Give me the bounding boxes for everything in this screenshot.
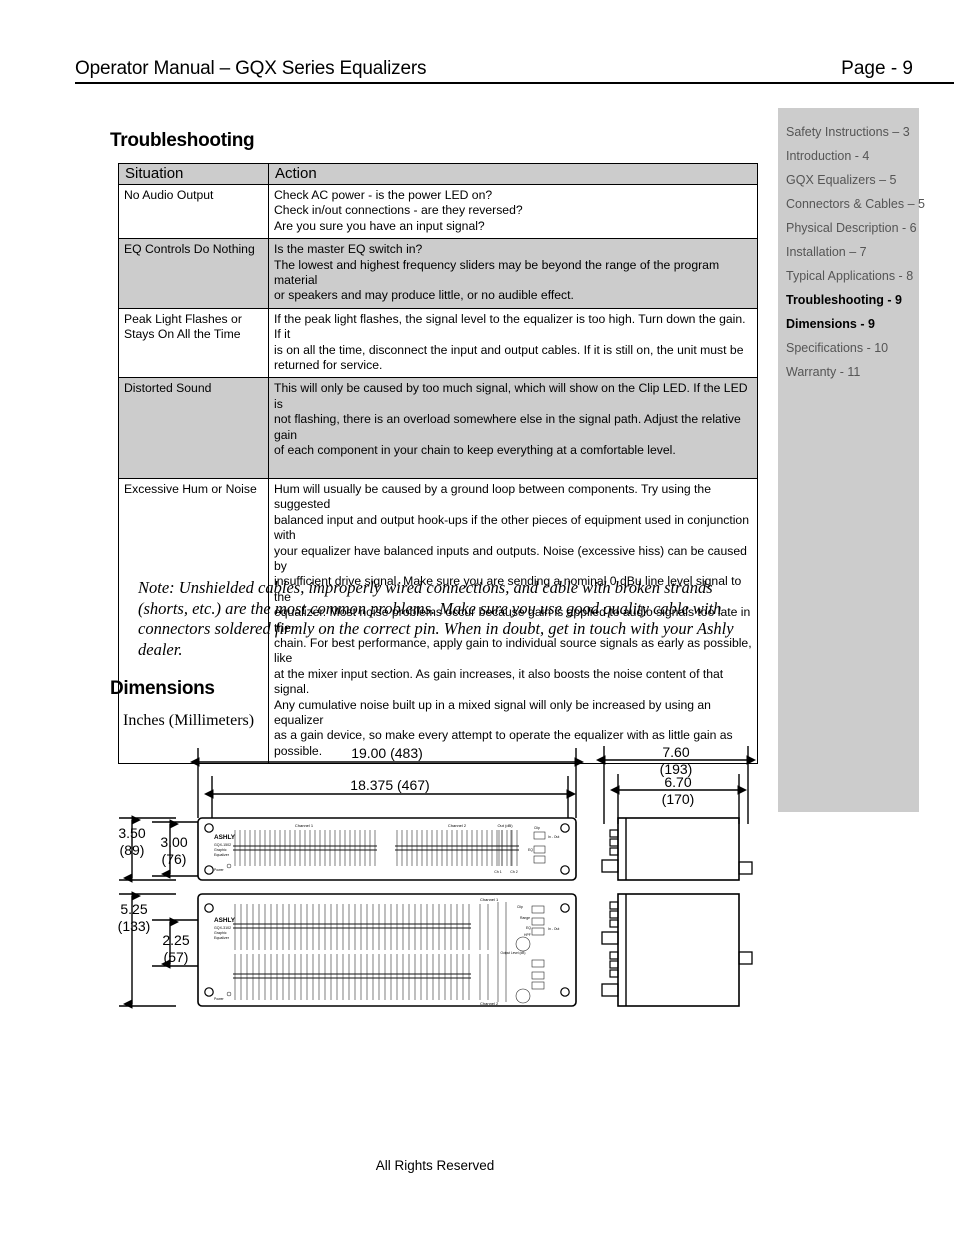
table-header-row: Situation Action: [118, 163, 758, 185]
action-line-spacer: [274, 459, 752, 474]
toc-item-gqx-equalizers[interactable]: GQX Equalizers – 5: [786, 168, 919, 192]
dim-front-panel-width: 18.375 (467): [350, 777, 429, 793]
toc-item-dimensions[interactable]: Dimensions - 9: [786, 312, 919, 336]
action-line: The lowest and highest frequency sliders…: [274, 257, 720, 288]
panel-brand-top: ASHLY: [214, 834, 236, 841]
table-row: No Audio Output Check AC power - is the …: [118, 183, 758, 240]
panel-channel1-top: Channel 1: [295, 823, 314, 828]
section-heading-troubleshooting: Troubleshooting: [110, 130, 255, 151]
action-line: Any cumulative noise built up in a mixed…: [274, 697, 711, 727]
panel-outdb-top: Out (dB): [497, 823, 513, 828]
section-heading-dimensions: Dimensions: [110, 678, 215, 699]
panel-line1-bottom: Graphic: [214, 931, 227, 935]
panel-power-bottom: Power: [214, 997, 224, 1001]
panel-range-bottom: Range: [520, 916, 530, 920]
panel-inout-bottom: In - Out: [548, 927, 559, 931]
action-line: Are you sure you have an input signal?: [274, 218, 485, 233]
panel-eq-top: EQ: [528, 848, 533, 852]
panel-line2-bottom: Equalizer: [214, 936, 230, 940]
dim-top-height-mm: (89): [120, 842, 145, 858]
panel-channel1-bottom: Channel 1: [480, 897, 499, 902]
action-line: balanced input and output hook-ups if th…: [274, 512, 749, 543]
action-line: your equalizer have balanced inputs and …: [274, 543, 747, 573]
toc-item-connectors-cables[interactable]: Connectors & Cables – 5: [786, 192, 925, 216]
dim-bottom-height-mm: (133): [118, 918, 151, 934]
action-line: at the mixer input section. As gain incr…: [274, 666, 724, 697]
dim-bottom-inner-height-in: 2.25: [162, 932, 189, 948]
table-row: Distorted Sound This will only be caused…: [118, 377, 758, 479]
cell-situation: EQ Controls Do Nothing: [118, 238, 269, 309]
panel-model-bottom: GQX-3102: [214, 926, 231, 930]
toc-item-introduction[interactable]: Introduction - 4: [786, 144, 919, 168]
cell-situation: Distorted Sound: [118, 377, 269, 479]
dimensions-units-caption: Inches (Millimeters): [123, 712, 255, 729]
dimensions-svg: 19.00 (483) 18.375 (467) 3.50 (89) 3.00 …: [118, 744, 757, 1009]
panel-line2-top: Equalizer: [214, 853, 230, 857]
panel-model-top: GQX-1502: [214, 843, 231, 847]
dim-top-height-in: 3.50: [118, 825, 145, 841]
toc-item-troubleshooting[interactable]: Troubleshooting - 9: [786, 288, 919, 312]
toc-item-typical-applications[interactable]: Typical Applications - 8: [786, 264, 919, 288]
dim-bottom-height-in: 5.25: [120, 901, 147, 917]
toc-item-warranty[interactable]: Warranty - 11: [786, 360, 919, 384]
toc-item-physical-description[interactable]: Physical Description - 6: [786, 216, 919, 240]
panel-output-level-bottom: Output Level (dB): [501, 951, 526, 955]
toc-item-safety-instructions[interactable]: Safety Instructions – 3: [786, 120, 919, 144]
table-row: EQ Controls Do Nothing Is the master EQ …: [118, 238, 758, 309]
action-line: Check AC power - is the power LED on?: [274, 188, 493, 202]
action-line: returned for service.: [274, 358, 383, 373]
dim-side-depth-overall-in: 7.60: [662, 744, 689, 760]
panel-channel2-top: Channel 2: [448, 823, 467, 828]
action-line: This will only be caused by too much sig…: [274, 381, 748, 411]
footer-text: All Rights Reserved: [375, 1158, 495, 1173]
dim-front-overall-width: 19.00 (483): [351, 745, 423, 761]
action-line: Hum will usually be caused by a ground l…: [274, 481, 711, 512]
panel-power-top: Power: [214, 868, 224, 872]
action-line: is on all the time, disconnect the input…: [274, 342, 744, 357]
dimensions-drawing: 19.00 (483) 18.375 (467) 3.50 (89) 3.00 …: [102, 738, 758, 1023]
panel-channel2-bottom: Channel 2: [480, 1001, 499, 1006]
column-header-action: Action: [268, 163, 758, 185]
page-number-label: Page - 9: [841, 58, 913, 79]
table-row: Peak Light Flashes or Stays On All the T…: [118, 307, 758, 379]
toc-item-specifications[interactable]: Specifications - 10: [786, 336, 919, 360]
dim-side-depth-chassis-in: 6.70: [664, 774, 691, 790]
toc-item-installation[interactable]: Installation – 7: [786, 240, 919, 264]
dim-top-inner-height-mm: (76): [162, 851, 187, 867]
cell-situation: Peak Light Flashes or Stays On All the T…: [118, 307, 269, 379]
panel-eq-bottom: EQ: [526, 926, 531, 930]
dim-side-depth-chassis-mm: (170): [662, 791, 695, 807]
troubleshooting-table: Situation Action No Audio Output Check A…: [118, 163, 758, 765]
column-header-situation: Situation: [118, 163, 269, 185]
panel-clip-top: Clip: [534, 826, 540, 830]
panel-brand-bottom: ASHLY: [214, 917, 236, 924]
action-line: Is the master EQ switch in?: [274, 242, 423, 257]
action-line: If the peak light flashes, the signal le…: [274, 311, 746, 342]
action-line: Check in/out connections - are they reve…: [274, 203, 523, 218]
panel-ch1-top: Ch 1: [494, 870, 502, 874]
cell-situation: No Audio Output: [118, 183, 269, 240]
panel-inout-top: In - Out: [548, 835, 559, 839]
page-footer: All Rights Reserved: [0, 1158, 954, 1173]
note-paragraph: Note: Unshielded cables, improperly wire…: [138, 578, 734, 659]
action-line: or speakers and may produce little, or n…: [274, 288, 574, 303]
action-line: of each component in your chain to keep …: [274, 443, 676, 458]
action-line: not flashing, there is an overload somew…: [274, 412, 741, 442]
cell-action: If the peak light flashes, the signal le…: [268, 307, 758, 379]
panel-clip-bottom: Clip: [517, 905, 523, 909]
page-header: Operator Manual – GQX Series Equalizers …: [75, 50, 954, 84]
dim-top-inner-height-in: 3.00: [160, 834, 187, 850]
panel-ch2-top: Ch 2: [510, 870, 518, 874]
manual-title: Operator Manual – GQX Series Equalizers: [75, 58, 427, 79]
cell-action: This will only be caused by too much sig…: [268, 377, 758, 479]
cell-action: Is the master EQ switch in? The lowest a…: [268, 238, 758, 309]
panel-line1-top: Graphic: [214, 848, 227, 852]
panel-hpf-bottom: HPF: [524, 933, 531, 937]
dim-bottom-inner-height-mm: (57): [164, 949, 189, 965]
cell-action: Check AC power - is the power LED on? Ch…: [268, 183, 758, 240]
table-of-contents-sidebar: Safety Instructions – 3 Introduction - 4…: [778, 108, 925, 812]
